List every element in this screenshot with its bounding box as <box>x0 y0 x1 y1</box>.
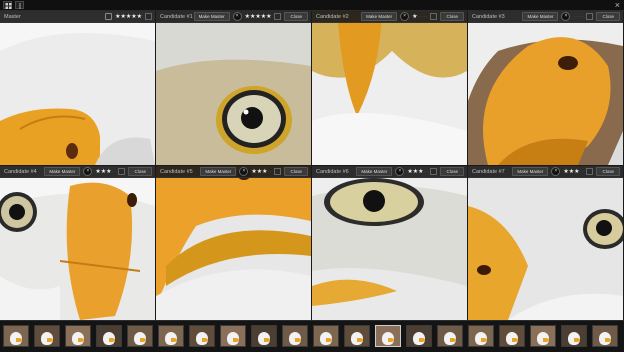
star-rating[interactable]: ★★★·· <box>251 168 271 175</box>
star-rating[interactable]: ★····· <box>412 13 427 20</box>
filmstrip-thumbnail[interactable] <box>65 325 91 347</box>
candidate-header: Candidate #7 Make Master × ★★★·· Close <box>468 166 623 178</box>
master-cell[interactable]: Master ★★★★★ <box>0 11 155 165</box>
cell-label: Master <box>4 13 21 20</box>
more-options-icon[interactable] <box>15 1 24 9</box>
close-button[interactable]: Close <box>284 12 308 21</box>
star-rating[interactable]: ★★★·· <box>563 168 583 175</box>
cell-label: Candidate #4 <box>4 168 37 175</box>
cell-label: Candidate #6 <box>316 168 349 175</box>
filmstrip-thumbnail[interactable] <box>530 325 556 347</box>
cell-label: Candidate #7 <box>472 168 505 175</box>
close-button[interactable]: Close <box>596 167 620 176</box>
filmstrip-thumbnail[interactable] <box>592 325 618 347</box>
make-master-button[interactable]: Make Master <box>512 167 549 176</box>
cell-label: Candidate #1 <box>160 13 193 20</box>
top-toolbar: × <box>0 0 624 11</box>
candidate-cell[interactable]: Candidate #6 Make Master × ★★★·· Close <box>312 166 467 320</box>
make-master-button[interactable]: Make Master <box>522 12 559 21</box>
close-icon[interactable]: × <box>615 0 620 10</box>
close-button[interactable]: Close <box>284 167 308 176</box>
star-rating[interactable]: ★★★★★ <box>245 13 272 20</box>
close-button[interactable]: Close <box>440 167 464 176</box>
filmstrip-thumbnail[interactable] <box>34 325 60 347</box>
flag-icon[interactable] <box>118 168 126 175</box>
close-button[interactable]: Close <box>596 12 620 21</box>
candidate-photo <box>0 166 155 320</box>
make-master-button[interactable]: Make Master <box>44 167 81 176</box>
master-header: Master ★★★★★ <box>0 11 155 23</box>
candidate-photo <box>468 11 623 165</box>
candidate-cell[interactable]: Candidate #2 Make Master × ★····· Close <box>312 11 467 165</box>
candidate-cell[interactable]: Candidate #3 Make Master × ····· Close <box>468 11 623 165</box>
candidate-photo <box>156 166 311 320</box>
cell-label: Candidate #3 <box>472 13 505 20</box>
filmstrip[interactable] <box>0 320 624 352</box>
flag-icon[interactable] <box>274 13 282 20</box>
flag-icon[interactable] <box>274 168 282 175</box>
make-master-button[interactable]: Make Master <box>193 12 230 21</box>
flag-icon[interactable] <box>430 168 438 175</box>
close-button[interactable]: Close <box>440 12 464 21</box>
reject-icon[interactable]: × <box>400 12 410 21</box>
filmstrip-thumbnail[interactable] <box>96 325 122 347</box>
reject-icon[interactable]: × <box>561 12 571 21</box>
flag-icon[interactable] <box>145 13 152 20</box>
master-photo <box>0 11 155 165</box>
star-rating[interactable]: ★★★·· <box>407 168 427 175</box>
filmstrip-thumbnail[interactable] <box>3 325 29 347</box>
flag-icon[interactable] <box>586 168 594 175</box>
reject-icon[interactable]: × <box>551 167 561 176</box>
make-master-button[interactable]: Make Master <box>356 167 393 176</box>
candidate-header: Candidate #5 Make Master × ★★★·· Close <box>156 166 311 178</box>
filmstrip-thumbnail[interactable] <box>406 325 432 347</box>
lock-icon[interactable] <box>105 13 113 20</box>
filmstrip-thumbnail[interactable] <box>220 325 246 347</box>
filmstrip-thumbnail[interactable] <box>127 325 153 347</box>
filmstrip-thumbnail[interactable] <box>468 325 494 347</box>
star-rating[interactable]: ····· <box>573 14 583 20</box>
candidate-header: Candidate #2 Make Master × ★····· Close <box>312 11 467 23</box>
candidate-header: Candidate #1 Make Master × ★★★★★ Close <box>156 11 311 23</box>
flag-icon[interactable] <box>430 13 438 20</box>
filmstrip-thumbnail[interactable] <box>282 325 308 347</box>
candidate-cell[interactable]: Candidate #1 Make Master × ★★★★★ Close <box>156 11 311 165</box>
candidate-cell[interactable]: Candidate #4 Make Master × ★★★·· Close <box>0 166 155 320</box>
candidate-cell[interactable]: Candidate #7 Make Master × ★★★·· Close <box>468 166 623 320</box>
filmstrip-thumbnail[interactable] <box>437 325 463 347</box>
candidate-header: Candidate #6 Make Master × ★★★·· Close <box>312 166 467 178</box>
filmstrip-thumbnail[interactable] <box>158 325 184 347</box>
star-rating[interactable]: ★★★·· <box>95 168 115 175</box>
close-button[interactable]: Close <box>128 167 152 176</box>
candidate-header: Candidate #3 Make Master × ····· Close <box>468 11 623 23</box>
filmstrip-thumbnail[interactable] <box>189 325 215 347</box>
filmstrip-thumbnail[interactable] <box>344 325 370 347</box>
filmstrip-thumbnail[interactable] <box>561 325 587 347</box>
flag-icon[interactable] <box>586 13 594 20</box>
filmstrip-thumbnail[interactable] <box>375 325 401 347</box>
reject-icon[interactable]: × <box>239 167 249 176</box>
make-master-button[interactable]: Make Master <box>200 167 237 176</box>
candidate-grid: Master ★★★★★ Candidate #1 Make Master × … <box>0 11 624 320</box>
reject-icon[interactable]: × <box>232 12 242 21</box>
make-master-button[interactable]: Make Master <box>361 12 398 21</box>
filmstrip-thumbnail[interactable] <box>313 325 339 347</box>
reject-icon[interactable]: × <box>83 167 93 176</box>
candidate-photo <box>312 11 467 165</box>
candidate-cell[interactable]: Candidate #5 Make Master × ★★★·· Close <box>156 166 311 320</box>
reject-icon[interactable]: × <box>395 167 405 176</box>
candidate-photo <box>156 11 311 165</box>
cell-label: Candidate #5 <box>160 168 193 175</box>
filmstrip-thumbnail[interactable] <box>251 325 277 347</box>
cell-label: Candidate #2 <box>316 13 349 20</box>
candidate-photo <box>468 166 623 320</box>
candidate-header: Candidate #4 Make Master × ★★★·· Close <box>0 166 155 178</box>
grid-view-icon[interactable] <box>3 1 12 9</box>
star-rating[interactable]: ★★★★★ <box>115 13 142 20</box>
filmstrip-thumbnail[interactable] <box>499 325 525 347</box>
candidate-photo <box>312 166 467 320</box>
